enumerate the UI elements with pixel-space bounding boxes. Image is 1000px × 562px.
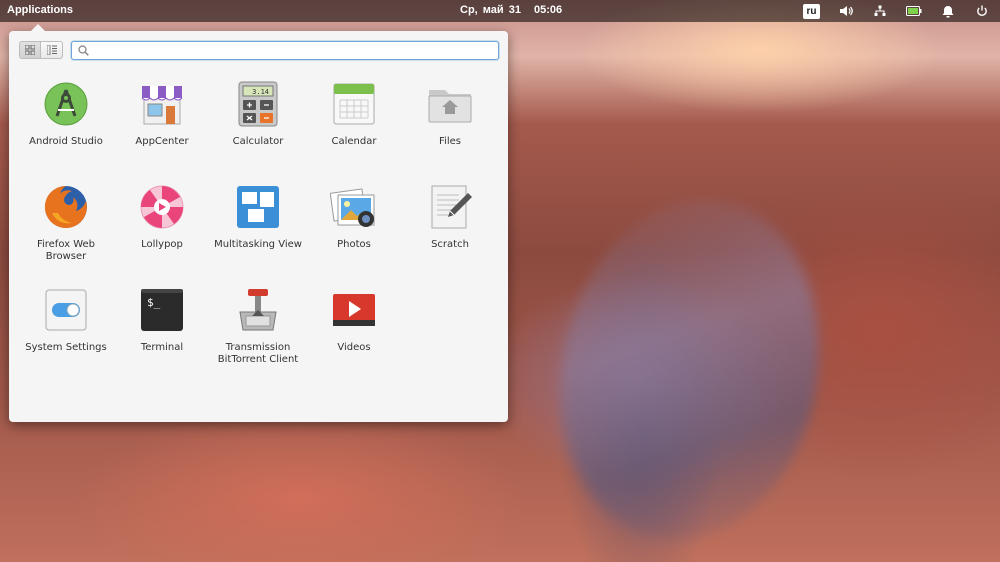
app-system-settings[interactable]: System Settings	[18, 281, 114, 381]
calendar-icon	[330, 80, 378, 128]
category-view-button[interactable]	[41, 41, 63, 59]
lollypop-icon	[138, 183, 186, 231]
indicator-area: ru	[803, 3, 990, 19]
system-settings-icon	[42, 286, 90, 334]
datetime-indicator[interactable]: Ср, май 31 05:06	[460, 4, 570, 16]
app-calendar[interactable]: Calendar	[306, 75, 402, 175]
app-calculator[interactable]: 3.14 Calculator	[210, 75, 306, 175]
app-label: AppCenter	[135, 136, 189, 147]
battery-icon[interactable]	[906, 3, 922, 19]
category-view-icon	[46, 45, 57, 55]
app-label: Videos	[337, 342, 371, 353]
app-label: Multitasking View	[214, 239, 302, 250]
app-label: Android Studio	[29, 136, 103, 147]
app-lollypop[interactable]: Lollypop	[114, 178, 210, 278]
app-label: Lollypop	[141, 239, 183, 250]
app-firefox[interactable]: Firefox Web Browser	[18, 178, 114, 278]
app-label: Firefox Web Browser	[36, 239, 96, 262]
grid-view-button[interactable]	[19, 41, 41, 59]
files-icon	[426, 80, 474, 128]
top-panel: Applications Ср, май 31 05:06 ru	[0, 0, 1000, 22]
app-label: Terminal	[140, 342, 184, 353]
multitasking-view-icon	[234, 183, 282, 231]
app-multitasking-view[interactable]: Multitasking View	[210, 178, 306, 278]
app-videos[interactable]: Videos	[306, 281, 402, 381]
applications-menu: Android Studio AppCenter 3.14 Calculator…	[9, 24, 508, 422]
app-label: Files	[439, 136, 461, 147]
app-label: Transmission BitTorrent Client	[217, 342, 299, 365]
power-icon[interactable]	[974, 3, 990, 19]
app-android-studio[interactable]: Android Studio	[18, 75, 114, 175]
app-label: Calendar	[331, 136, 377, 147]
android-studio-icon	[42, 80, 90, 128]
app-label: Scratch	[431, 239, 469, 250]
notifications-icon[interactable]	[940, 3, 956, 19]
keyboard-layout-indicator[interactable]: ru	[803, 3, 820, 19]
volume-icon[interactable]	[838, 3, 854, 19]
applications-button[interactable]: Applications	[7, 4, 73, 16]
calculator-icon: 3.14	[234, 80, 282, 128]
terminal-prompt: $_	[147, 296, 161, 309]
network-icon[interactable]	[872, 3, 888, 19]
calculator-display: 3.14	[252, 88, 269, 96]
photos-icon	[329, 183, 378, 231]
date-label: Ср, май 31	[460, 4, 521, 16]
search-icon	[78, 45, 89, 56]
grid-view-icon	[25, 45, 35, 55]
appcenter-icon	[138, 80, 186, 128]
app-label: Calculator	[232, 136, 284, 147]
app-appcenter[interactable]: AppCenter	[114, 75, 210, 175]
terminal-icon: $_	[138, 286, 186, 334]
app-scratch[interactable]: Scratch	[402, 178, 498, 278]
app-transmission[interactable]: Transmission BitTorrent Client	[210, 281, 306, 381]
app-label: Photos	[337, 239, 371, 250]
transmission-icon	[234, 286, 282, 334]
search-field[interactable]	[71, 41, 499, 60]
videos-icon	[330, 286, 378, 334]
app-photos[interactable]: Photos	[306, 178, 402, 278]
app-label: System Settings	[25, 342, 107, 353]
time-label: 05:06	[534, 4, 563, 16]
app-files[interactable]: Files	[402, 75, 498, 175]
view-mode-switcher	[19, 41, 63, 59]
scratch-icon	[426, 183, 474, 231]
app-terminal[interactable]: $_ Terminal	[114, 281, 210, 381]
firefox-icon	[42, 183, 90, 231]
search-input[interactable]	[93, 43, 498, 58]
